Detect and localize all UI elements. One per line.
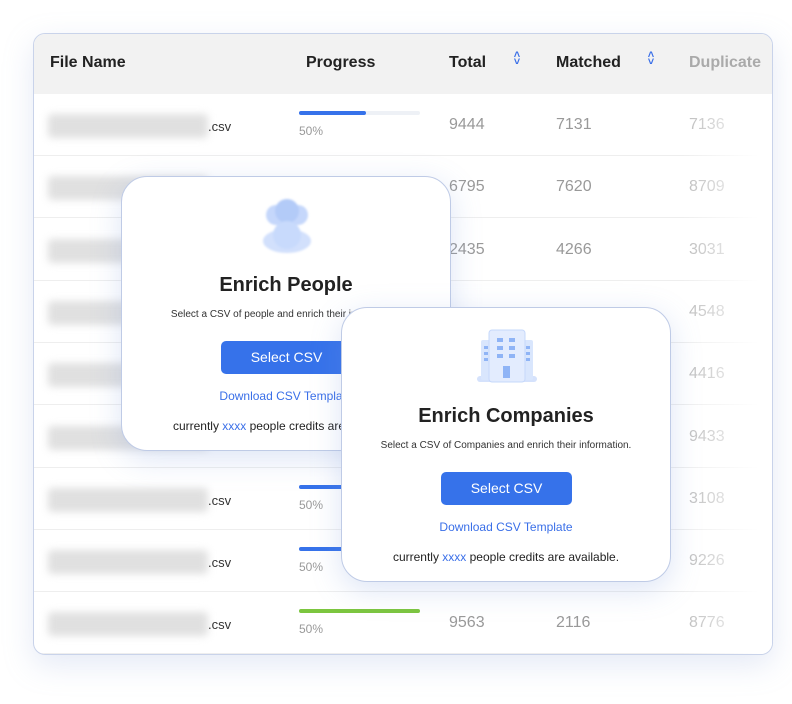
select-csv-button[interactable]: Select CSV [221, 341, 352, 374]
building-icon [477, 329, 537, 383]
header-matched[interactable]: Matched [556, 54, 621, 72]
credits-prefix: currently [392, 550, 443, 564]
table-row[interactable]: .csv50%944471317136 [34, 94, 772, 156]
file-name-blurred [48, 487, 208, 512]
credits-value: xxxx [222, 419, 247, 433]
sort-icon[interactable]: ˄ ˅ [646, 50, 656, 68]
header-progress: Progress [306, 54, 376, 71]
card-title: Enrich Companies [418, 405, 594, 427]
total-cell: 2435 [449, 240, 485, 258]
credits-value: xxxx [442, 550, 467, 564]
select-csv-button[interactable]: Select CSV [441, 472, 572, 505]
progress-bar [299, 111, 420, 115]
card-title: Enrich People [219, 274, 353, 296]
progress-percent: 50% [299, 622, 324, 637]
progress-percent: 50% [299, 560, 324, 575]
progress-bar [299, 609, 420, 614]
credits-suffix: people credits are available. [466, 550, 620, 564]
total-cell: 6795 [449, 178, 485, 196]
header-file-name: File Name [50, 54, 126, 71]
file-name-blurred [48, 114, 208, 138]
header-duplicate[interactable]: Duplicate [689, 54, 761, 72]
download-template-link[interactable]: Download CSV Template [342, 520, 670, 534]
matched-cell: 7620 [556, 178, 592, 196]
total-cell: 9444 [449, 116, 485, 133]
table-row[interactable]: .csv50%956321168776 [34, 592, 772, 654]
credits-text: currently xxxx people credits are availa… [342, 550, 670, 564]
file-extension: .csv [208, 555, 232, 571]
enrich-companies-card: Enrich Companies Select a CSV of Compani… [341, 307, 671, 582]
card-subtitle: Select a CSV of Companies and enrich the… [380, 440, 632, 451]
total-cell: 9563 [449, 614, 485, 632]
file-name-blurred [48, 612, 208, 637]
matched-cell: 4266 [556, 240, 592, 258]
sort-icon[interactable]: ˄ ˅ [512, 50, 522, 68]
file-name-blurred [48, 550, 208, 575]
file-extension: .csv [208, 492, 232, 508]
file-extension: .csv [208, 617, 232, 633]
fade-overlay [682, 94, 772, 654]
progress-percent: 50% [299, 124, 324, 138]
credits-prefix: currently [172, 419, 223, 433]
file-extension: .csv [208, 119, 232, 134]
matched-cell: 2116 [556, 614, 591, 632]
people-icon [263, 199, 311, 253]
table-header: File Name Progress Total ˄ ˅ Matched ˄ ˅ D… [34, 34, 772, 94]
matched-cell: 7131 [556, 116, 592, 133]
progress-fill [299, 609, 420, 614]
header-total[interactable]: Total [449, 54, 486, 72]
progress-fill [299, 111, 366, 115]
progress-percent: 50% [299, 497, 324, 512]
